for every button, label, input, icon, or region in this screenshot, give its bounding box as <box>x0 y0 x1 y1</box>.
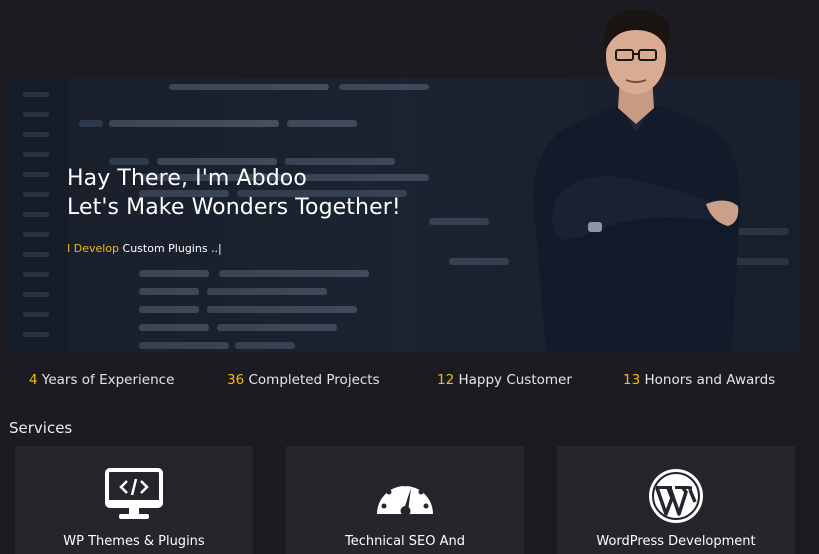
typing-text: I Develop Custom Plugins ..| <box>67 242 401 255</box>
service-card-wp-themes[interactable]: WP Themes & Plugins <box>15 446 253 554</box>
service-label: WordPress Development <box>596 534 756 549</box>
stat-value: 36 <box>227 372 245 388</box>
stat-experience: 4 Years of Experience <box>29 372 174 388</box>
service-card-technical-seo[interactable]: Technical SEO And <box>286 446 524 554</box>
hero-text: Hay There, I'm Abdoo Let's Make Wonders … <box>67 164 401 255</box>
stat-label: Completed Projects <box>244 372 380 388</box>
monitor-code-icon <box>105 468 163 519</box>
service-label: WP Themes & Plugins <box>63 534 205 549</box>
stats-row: 4 Years of Experience 36 Completed Proje… <box>0 372 819 394</box>
wordpress-icon <box>649 469 703 523</box>
stat-label: Years of Experience <box>37 372 175 388</box>
speedometer-icon <box>377 481 433 516</box>
hero-greeting: Hay There, I'm Abdoo <box>67 166 307 191</box>
hero-tagline: Let's Make Wonders Together! <box>67 195 401 220</box>
typing-rest: Custom Plugins ..| <box>119 242 222 255</box>
stat-label: Happy Customer <box>454 372 572 388</box>
stat-value: 4 <box>29 372 38 388</box>
stat-projects: 36 Completed Projects <box>227 372 380 388</box>
stat-awards: 13 Honors and Awards <box>623 372 775 388</box>
stat-value: 13 <box>623 372 641 388</box>
typing-highlight: I Develop <box>67 242 120 255</box>
stat-label: Honors and Awards <box>640 372 776 388</box>
service-label: Technical SEO And <box>344 534 466 549</box>
services-heading: Services <box>9 419 73 437</box>
service-card-wordpress-development[interactable]: WordPress Development <box>557 446 795 554</box>
page: Hay There, I'm Abdoo Let's Make Wonders … <box>0 0 819 554</box>
stat-customers: 12 Happy Customer <box>437 372 572 388</box>
stat-value: 12 <box>437 372 455 388</box>
profile-photo <box>533 9 741 352</box>
